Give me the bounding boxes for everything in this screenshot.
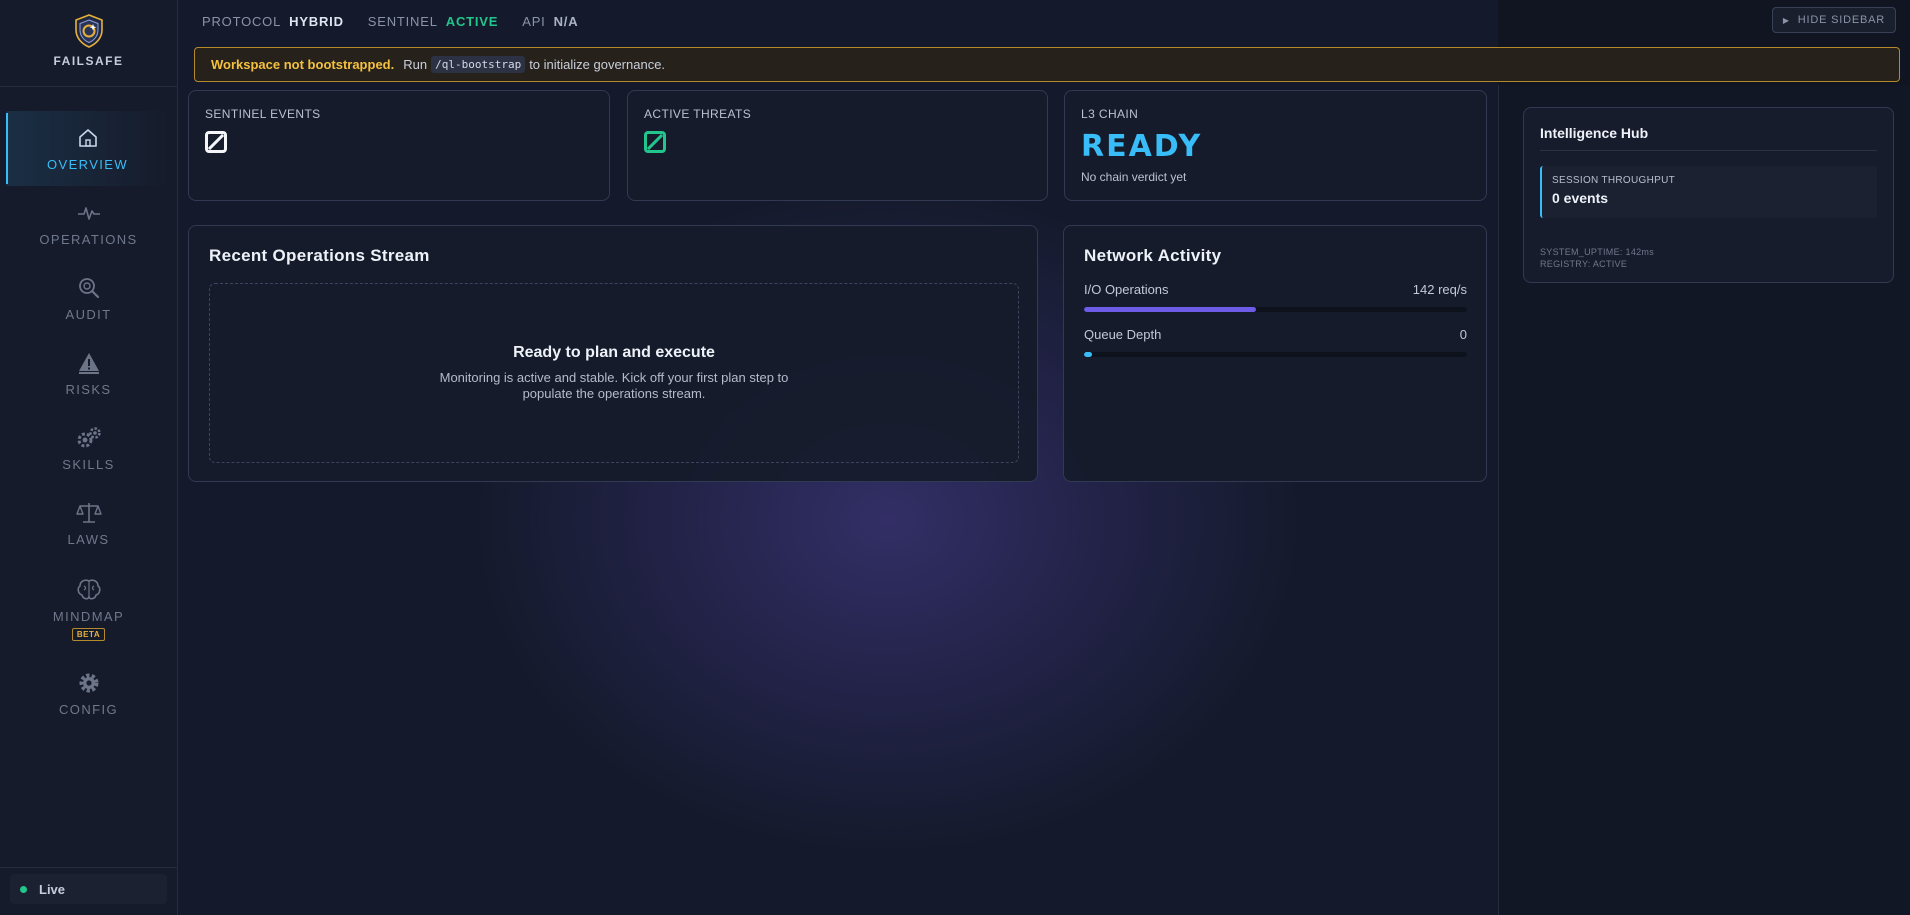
- sidebar-item-label: RISKS: [65, 382, 112, 397]
- banner-post: to initialize governance.: [529, 57, 666, 72]
- sentinel-status: SENTINEL ACTIVE: [368, 14, 498, 29]
- brand-name: FAILSAFE: [53, 54, 124, 68]
- sentinel-events-label: SENTINEL EVENTS: [205, 107, 321, 121]
- l3-chain-label: L3 CHAIN: [1081, 107, 1139, 121]
- sidebar: FAILSAFE OVERVIEW OPERATIONS AUDIT RISKS…: [0, 0, 178, 915]
- protocol-status: PROTOCOL HYBRID: [202, 14, 344, 29]
- zero-glyph: [644, 131, 666, 153]
- metric-bar-fill: [1084, 307, 1257, 312]
- hub-meta: SYSTEM_UPTIME: 142ms REGISTRY: ACTIVE: [1540, 246, 1654, 270]
- metric-value: 0: [1459, 327, 1467, 342]
- active-threats-value: [644, 131, 666, 159]
- gear-icon: [76, 670, 102, 696]
- active-threats-label: ACTIVE THREATS: [644, 107, 752, 121]
- metric-bar-fill: [1084, 352, 1092, 357]
- operations-stream-panel: Recent Operations Stream Ready to plan a…: [188, 225, 1038, 482]
- bootstrap-warning-banner: Workspace not bootstrapped. Run /ql-boot…: [194, 47, 1900, 82]
- active-threats-card: ACTIVE THREATS: [627, 90, 1048, 201]
- metric-value: 142 req/s: [1412, 282, 1467, 297]
- l3-chain-ready: READY: [1081, 129, 1203, 164]
- scales-icon: [75, 500, 102, 526]
- io-operations-metric: I/O Operations 142 req/s: [1084, 282, 1467, 312]
- api-value: N/A: [553, 13, 579, 29]
- play-icon: ▶: [1782, 15, 1790, 25]
- sidebar-item-audit[interactable]: AUDIT: [0, 261, 177, 336]
- metric-label: Queue Depth: [1084, 327, 1162, 342]
- brain-icon: [76, 577, 102, 603]
- intelligence-hub-title: Intelligence Hub: [1540, 125, 1649, 141]
- divider: [1540, 150, 1877, 151]
- live-status-label: Live: [39, 881, 66, 897]
- operations-stream-title: Recent Operations Stream: [209, 246, 430, 265]
- l3-chain-card: L3 CHAIN READY No chain verdict yet: [1064, 90, 1487, 201]
- network-activity-panel: Network Activity I/O Operations 142 req/…: [1063, 225, 1487, 482]
- shield-icon: [74, 14, 103, 48]
- sidebar-item-mindmap[interactable]: MINDMAP BETA: [0, 561, 177, 656]
- status-footer: Live: [0, 867, 177, 915]
- sentinel-events-card: SENTINEL EVENTS: [188, 90, 610, 201]
- zero-glyph: [205, 131, 227, 153]
- sidebar-item-overview[interactable]: OVERVIEW: [6, 111, 169, 186]
- network-activity-title: Network Activity: [1084, 246, 1222, 265]
- hide-sidebar-button[interactable]: ▶ HIDE SIDEBAR: [1771, 7, 1896, 33]
- banner-pre: Run: [403, 57, 428, 72]
- status-topbar: PROTOCOL HYBRID SENTINEL ACTIVE API N/A: [178, 0, 1498, 42]
- main-content: PROTOCOL HYBRID SENTINEL ACTIVE API N/A Wor…: [178, 0, 1900, 915]
- sidebar-item-label: SKILLS: [62, 457, 115, 472]
- empty-state-text: Monitoring is active and stable. Kick of…: [439, 370, 789, 401]
- sidebar-item-label: OPERATIONS: [39, 232, 138, 247]
- sentinel-events-value: [205, 131, 227, 159]
- hide-sidebar-label: HIDE SIDEBAR: [1797, 14, 1885, 26]
- operations-empty-state: Ready to plan and execute Monitoring is …: [209, 283, 1019, 463]
- bootstrap-command[interactable]: /ql-bootstrap: [431, 56, 526, 73]
- session-throughput-label: SESSION THROUGHPUT: [1552, 175, 1676, 186]
- warning-icon: [76, 350, 102, 376]
- l3-chain-value: READY: [1081, 129, 1202, 164]
- banner-title: Workspace not bootstrapped.: [211, 57, 395, 72]
- sidebar-item-operations[interactable]: OPERATIONS: [0, 186, 177, 261]
- gears-icon: [76, 425, 102, 451]
- sidebar-item-label: OVERVIEW: [46, 157, 129, 172]
- sidebar-item-label: AUDIT: [65, 307, 112, 322]
- api-status: API N/A: [522, 14, 578, 29]
- beta-badge: BETA: [71, 627, 106, 641]
- app-shell: FAILSAFE OVERVIEW OPERATIONS AUDIT RISKS…: [0, 0, 1910, 915]
- brand[interactable]: FAILSAFE: [0, 0, 177, 87]
- magnifier-icon: [76, 275, 102, 301]
- api-key: API: [522, 13, 546, 29]
- sidebar-item-laws[interactable]: LAWS: [0, 486, 177, 561]
- protocol-key: PROTOCOL: [202, 13, 282, 29]
- sidebar-item-label: LAWS: [67, 532, 110, 547]
- right-sidebar: Intelligence Hub SESSION THROUGHPUT 0 ev…: [1498, 85, 1910, 915]
- metric-bar: [1084, 352, 1467, 357]
- live-status[interactable]: Live: [10, 874, 167, 904]
- system-uptime: SYSTEM_UPTIME: 142ms: [1540, 247, 1655, 257]
- protocol-value: HYBRID: [289, 13, 344, 29]
- session-throughput-value: 0 events: [1552, 190, 1609, 206]
- l3-chain-subtext: No chain verdict yet: [1081, 170, 1187, 184]
- metric-label: I/O Operations: [1084, 282, 1169, 297]
- session-throughput-box: SESSION THROUGHPUT 0 events: [1540, 166, 1877, 218]
- intelligence-hub-card: Intelligence Hub SESSION THROUGHPUT 0 ev…: [1523, 107, 1894, 283]
- sidebar-item-risks[interactable]: RISKS: [0, 336, 177, 411]
- live-status-dot: [20, 885, 27, 893]
- sidebar-item-label: MINDMAP: [52, 608, 125, 624]
- sidebar-nav: OVERVIEW OPERATIONS AUDIT RISKS SKILLS L…: [0, 87, 177, 731]
- pulse-icon: [76, 200, 102, 226]
- empty-state-title: Ready to plan and execute: [513, 344, 715, 361]
- metric-bar: [1084, 307, 1467, 312]
- sentinel-value: ACTIVE: [445, 13, 499, 29]
- queue-depth-metric: Queue Depth 0: [1084, 327, 1467, 357]
- sidebar-item-skills[interactable]: SKILLS: [0, 411, 177, 486]
- sidebar-item-label: CONFIG: [59, 702, 118, 717]
- sidebar-item-config[interactable]: CONFIG: [0, 656, 177, 731]
- sentinel-key: SENTINEL: [367, 13, 438, 29]
- registry-status: REGISTRY: ACTIVE: [1540, 259, 1628, 269]
- home-icon: [75, 125, 101, 151]
